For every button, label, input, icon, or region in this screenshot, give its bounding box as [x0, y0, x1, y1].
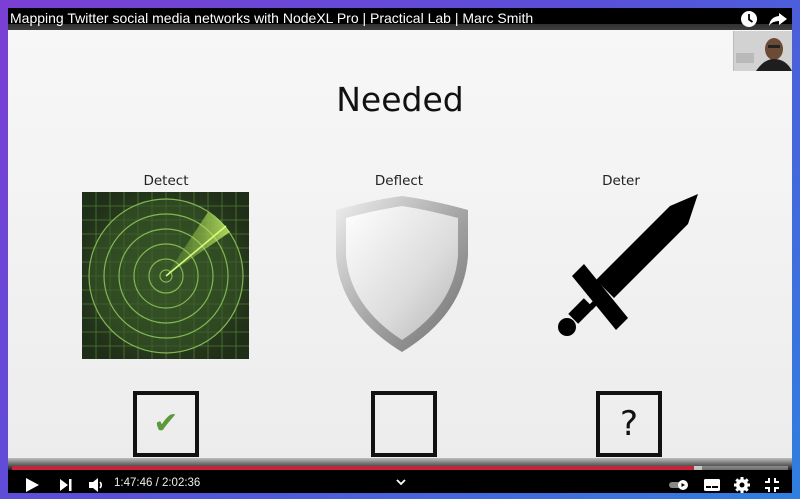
checkbox-deflect [371, 391, 437, 457]
sword-image [558, 194, 698, 336]
checkmark-icon: ✔ [153, 406, 179, 441]
progress-played [12, 466, 695, 470]
exit-fullscreen-icon[interactable] [763, 476, 781, 493]
video-player[interactable]: Needed Detect Deflect Deter ✔ ? Mapping … [8, 8, 792, 493]
video-title[interactable]: Mapping Twitter social media networks wi… [10, 10, 533, 26]
share-icon[interactable] [768, 10, 788, 28]
empty-box-glyph [375, 395, 433, 453]
subtitles-icon[interactable] [703, 476, 721, 493]
checkbox-deter: ? [596, 391, 662, 457]
slide: Needed Detect Deflect Deter ✔ ? [8, 24, 792, 470]
play-icon[interactable] [24, 476, 40, 493]
slide-heading: Needed [336, 80, 464, 119]
next-icon[interactable] [59, 476, 73, 493]
progress-buffered [694, 466, 702, 470]
question-mark: ? [619, 404, 639, 444]
settings-icon[interactable] [733, 476, 751, 493]
progress-bar[interactable] [12, 466, 788, 470]
watch-later-icon[interactable] [739, 10, 759, 28]
volume-icon[interactable] [88, 476, 106, 493]
shield-image [336, 196, 468, 352]
time-display: 1:47:46 / 2:02:36 [114, 477, 201, 489]
video-title-bar: Mapping Twitter social media networks wi… [8, 8, 792, 30]
chevron-up-icon[interactable] [394, 476, 408, 488]
presenter-webcam [733, 31, 792, 71]
column-label-deflect: Deflect [374, 173, 424, 189]
autoplay-toggle-icon[interactable] [668, 476, 690, 493]
column-label-deter: Deter [602, 173, 640, 189]
checkbox-detect: ✔ [133, 391, 199, 457]
radar-image [82, 192, 249, 359]
column-label-detect: Detect [143, 173, 189, 189]
